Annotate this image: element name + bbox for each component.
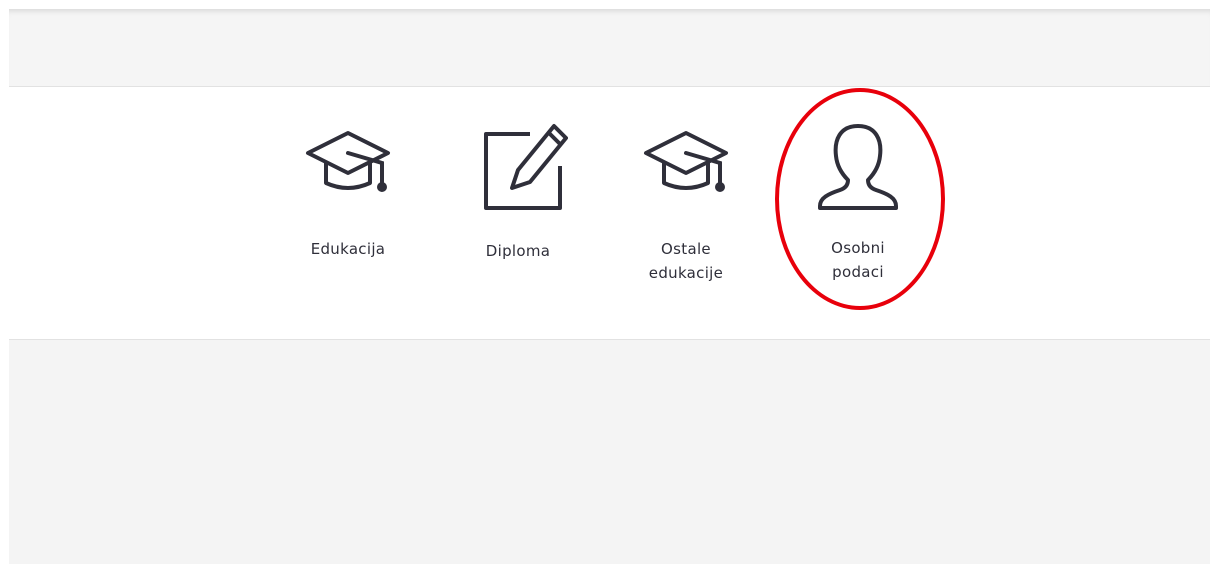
content-area: [9, 339, 1210, 564]
graduation-cap-icon: [306, 131, 390, 192]
user-icon: [818, 124, 898, 210]
menu-item-ostale-edukacije[interactable]: Ostale edukacije: [611, 127, 761, 285]
page: Edukacija Diploma Ostale edukacije Osobn…: [0, 0, 1210, 564]
top-bar: [9, 9, 1210, 87]
section-menu: Edukacija Diploma Ostale edukacije Osobn…: [0, 87, 1210, 339]
menu-item-diploma[interactable]: Diploma: [443, 122, 593, 263]
menu-item-label: Ostale edukacije: [648, 240, 724, 282]
menu-item-edukacija[interactable]: Edukacija: [273, 127, 423, 261]
graduation-cap-icon: [644, 131, 728, 192]
menu-item-osobni-podaci[interactable]: Osobni podaci: [783, 122, 933, 284]
menu-item-label: Osobni podaci: [831, 239, 885, 281]
menu-item-label: Diploma: [485, 242, 551, 260]
menu-item-label: Edukacija: [310, 240, 386, 258]
edit-icon: [484, 124, 568, 210]
